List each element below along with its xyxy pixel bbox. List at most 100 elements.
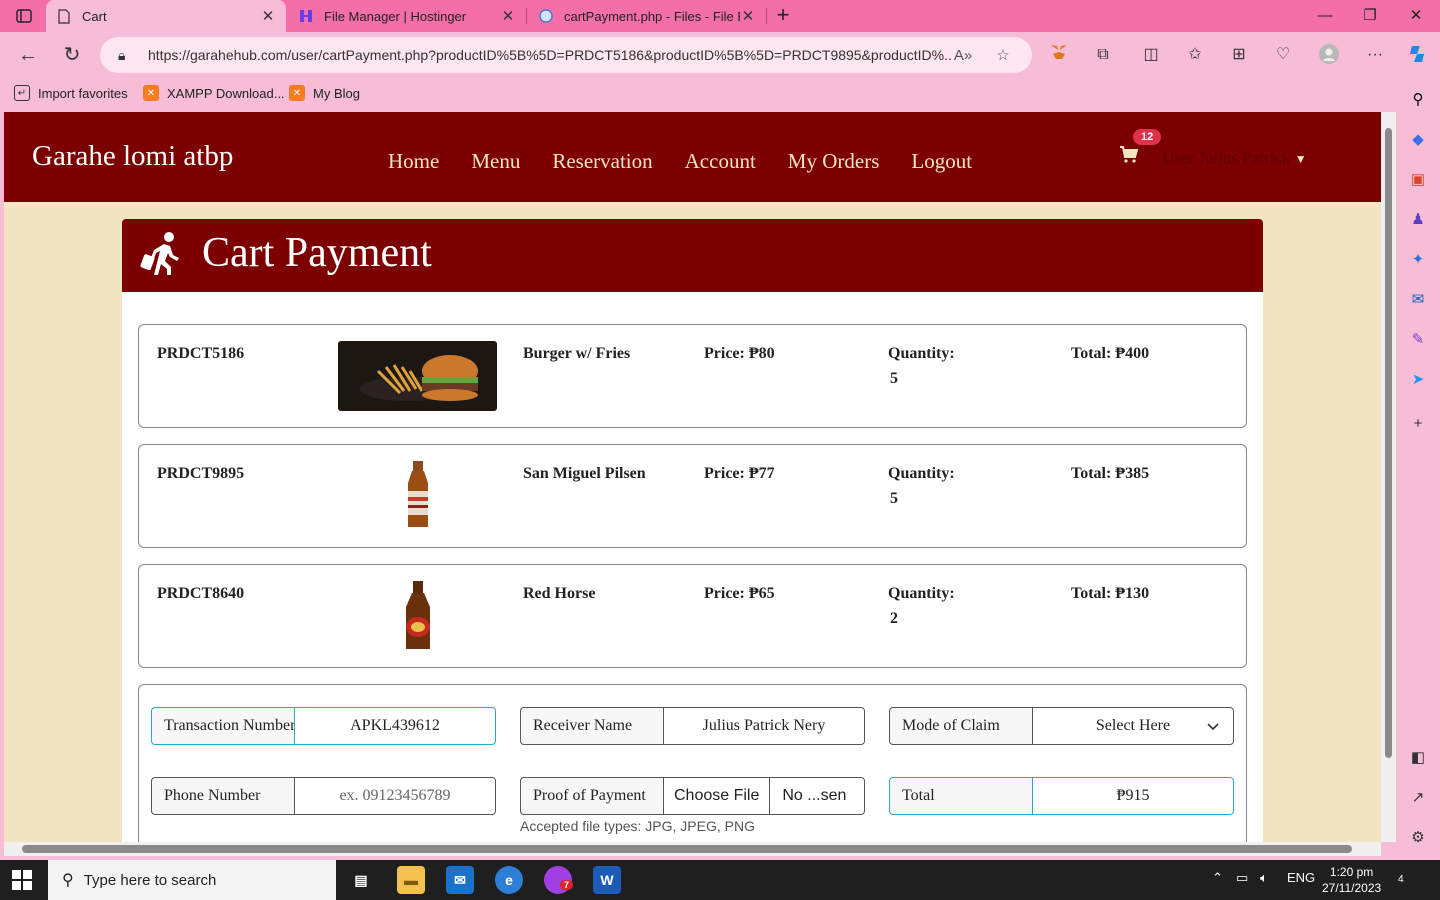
more-menu-icon[interactable]: ··· (1364, 44, 1386, 66)
product-quantity: 5 (890, 490, 898, 507)
settings-gear-icon[interactable]: ⚙ (1408, 828, 1428, 848)
tab-cart[interactable]: Cart ✕ (46, 0, 286, 32)
search-icon[interactable]: ⚲ (1408, 90, 1428, 110)
nav-logout[interactable]: Logout (911, 149, 972, 174)
favorites-bar: ↵ Import favorites ✕ XAMPP Download... ✕… (0, 78, 1440, 110)
phone-number-field[interactable]: ex. 09123456789 (294, 777, 496, 815)
horizontal-scrollbar[interactable] (4, 842, 1381, 856)
minimize-icon[interactable]: — (1313, 4, 1337, 28)
cart-item-row: PRDCT5186 Burger w/ Fries Price: ₱80 Qua… (138, 324, 1247, 428)
close-icon[interactable]: ✕ (500, 7, 516, 25)
url-text[interactable]: https://garahehub.com/user/cartPayment.p… (148, 47, 952, 63)
mail-icon[interactable]: ✉ (446, 866, 474, 894)
back-icon[interactable]: ← (16, 43, 40, 67)
site-navbar: Garahe lomi atbp Home Menu Reservation A… (4, 112, 1381, 202)
read-aloud-icon[interactable]: A» (952, 47, 974, 64)
performance-icon[interactable]: ♡ (1272, 44, 1294, 66)
add-icon[interactable]: + (1408, 414, 1428, 434)
language-indicator[interactable]: ENG (1287, 870, 1315, 885)
total-group: Total ₱915 (889, 777, 1234, 815)
volume-icon[interactable]: 🔈︎ (1260, 870, 1268, 886)
favorite-xampp[interactable]: ✕ XAMPP Download... (143, 85, 285, 101)
clock-time: 1:20 pm (1329, 865, 1374, 879)
cart-count-badge: 12 (1133, 129, 1162, 145)
choose-file-button[interactable]: Choose File (664, 778, 771, 814)
word-icon[interactable]: W (593, 866, 621, 894)
new-tab-button[interactable]: + (772, 4, 794, 28)
tab-title: File Manager | Hostinger (324, 8, 467, 24)
outlook-icon[interactable]: ✉ (1408, 290, 1428, 310)
xampp-icon: ✕ (143, 85, 159, 101)
nav-my-orders[interactable]: My Orders (788, 149, 880, 174)
favorites-icon[interactable]: ✩ (1184, 44, 1206, 66)
nav-reservation[interactable]: Reservation (552, 149, 652, 174)
games-icon[interactable]: ♟ (1408, 210, 1428, 230)
edge-sidebar: ⚲ ◆ ▣ ♟ ✦ ✉ ✎ ➤ + ◧ ↗ ⚙ (1396, 78, 1440, 858)
address-bar[interactable]: 🔒︎ https://garahehub.com/user/cartPaymen… (100, 37, 1032, 73)
close-icon[interactable]: ✕ (740, 7, 756, 25)
restore-icon[interactable]: ❐ (1358, 4, 1382, 28)
product-quantity-label: Quantity: (888, 465, 955, 482)
shopping-tag-icon[interactable]: ◆ (1408, 130, 1428, 150)
tab-cartpayment-files[interactable]: cartPayment.php - Files - File Bro ✕ (528, 0, 766, 32)
nav-links: Home Menu Reservation Account My Orders … (388, 149, 972, 174)
clock-date: 27/11/2023 (1322, 881, 1382, 895)
mode-of-claim-select[interactable]: Select Here (1032, 707, 1234, 745)
product-id: PRDCT5186 (157, 345, 245, 362)
nav-menu[interactable]: Menu (471, 149, 520, 174)
split-screen-icon[interactable]: ◫ (1140, 44, 1162, 66)
copilot-icon[interactable] (1406, 44, 1428, 66)
user-dropdown[interactable]: User Julius Patrick ▼ (1162, 148, 1307, 168)
edge-browser-icon[interactable]: e (495, 866, 523, 894)
windows-start-icon[interactable] (12, 870, 32, 890)
scrollbar-thumb[interactable] (22, 845, 1352, 853)
favorite-import[interactable]: ↵ Import favorites (14, 85, 128, 101)
search-placeholder: Type here to search (83, 871, 217, 889)
tab-actions-icon[interactable] (10, 6, 38, 26)
copilot-sidebar-icon[interactable]: ✦ (1408, 250, 1428, 270)
task-view-icon[interactable]: ▤ (347, 866, 375, 894)
cart-button[interactable]: 12 (1119, 129, 1162, 170)
window-close-icon[interactable]: ✕ (1404, 4, 1428, 28)
xampp-icon: ✕ (289, 85, 305, 101)
metamask-extension-icon[interactable] (1048, 44, 1070, 66)
profile-avatar[interactable] (1318, 44, 1340, 66)
import-icon: ↵ (14, 85, 30, 101)
site-brand[interactable]: Garahe lomi atbp (32, 140, 233, 173)
messenger-icon[interactable]: 7 (544, 866, 574, 894)
refresh-icon[interactable]: ↻ (60, 43, 84, 67)
tools-briefcase-icon[interactable]: ▣ (1408, 170, 1428, 190)
favorite-star-icon[interactable]: ☆ (992, 46, 1014, 64)
proof-of-payment-file-input[interactable]: Choose File No ...sen (663, 777, 865, 815)
show-hidden-icons[interactable]: ⌃ (1212, 870, 1223, 886)
collections-icon[interactable]: ⊞ (1228, 44, 1250, 66)
phone-number-group: Phone Number ex. 09123456789 (151, 777, 496, 815)
nav-home[interactable]: Home (388, 149, 439, 174)
scrollbar-thumb[interactable] (1385, 128, 1392, 758)
globe-icon (538, 8, 554, 24)
favorite-my-blog[interactable]: ✕ My Blog (289, 85, 360, 101)
vertical-scrollbar[interactable] (1381, 112, 1396, 842)
receiver-name-field[interactable]: Julius Patrick Nery (663, 707, 865, 745)
send-icon[interactable]: ➤ (1408, 370, 1428, 390)
san-miguel-bottle (388, 461, 448, 531)
transaction-number-field[interactable]: APKL439612 (294, 707, 496, 745)
product-name: Burger w/ Fries (523, 345, 631, 362)
product-quantity-label: Quantity: (888, 345, 955, 362)
nav-account[interactable]: Account (685, 149, 756, 174)
tab-file-manager[interactable]: File Manager | Hostinger ✕ (288, 0, 526, 32)
notifications-icon[interactable]: 4 (1398, 870, 1404, 885)
designer-icon[interactable]: ✎ (1408, 330, 1428, 350)
windows-taskbar: ⚲ Type here to search ▤ ▬ ✉ e 7 W ⌃ ▭ 🔈︎… (0, 860, 1440, 900)
lock-icon[interactable]: 🔒︎ (118, 47, 134, 64)
open-external-icon[interactable]: ↗ (1408, 788, 1428, 808)
extensions-icon[interactable]: ⧉ (1092, 44, 1114, 66)
close-icon[interactable]: ✕ (260, 7, 276, 25)
page-viewport: Garahe lomi atbp Home Menu Reservation A… (4, 112, 1381, 842)
product-quantity: 2 (890, 610, 898, 627)
network-icon[interactable]: ▭ (1236, 870, 1248, 886)
system-clock[interactable]: 1:20 pm 27/11/2023 (1322, 864, 1381, 896)
file-explorer-icon[interactable]: ▬ (397, 866, 425, 894)
taskbar-search[interactable]: ⚲ Type here to search (48, 860, 336, 900)
sidebar-panel-icon[interactable]: ◧ (1408, 748, 1428, 768)
